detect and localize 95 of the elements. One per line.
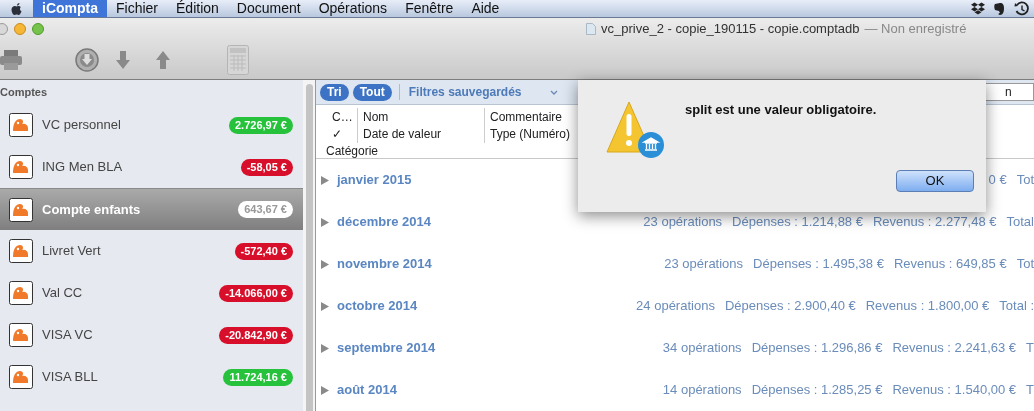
arrow-down-icon[interactable]: [115, 49, 131, 70]
month-summary: 0 €: [988, 171, 1007, 190]
account-name: VISA BLL: [42, 368, 98, 387]
month-summary: Revenus : 1.540,00 €: [892, 381, 1017, 400]
filter-button[interactable]: Tri: [320, 83, 349, 101]
printer-icon[interactable]: [0, 48, 22, 71]
menu-item[interactable]: Aide: [462, 0, 509, 17]
month-summary: Total: [1006, 213, 1034, 232]
menu-item[interactable]: Document: [227, 0, 310, 17]
zoom-window-button[interactable]: [32, 23, 44, 35]
account-name: ING Men BLA: [42, 158, 123, 177]
account-name: Compte enfants: [42, 200, 141, 219]
unsaved-status: — Non enregistré: [864, 20, 967, 39]
menu-item[interactable]: Édition: [167, 0, 228, 17]
month-summary: Revenus : 649,85 €: [893, 255, 1007, 274]
download-circle-icon[interactable]: [75, 47, 99, 72]
month-summary: 14 opérations: [662, 381, 742, 400]
month-summary: Tot: [1016, 171, 1034, 190]
month-heading[interactable]: novembre 2014: [337, 254, 432, 274]
month-heading[interactable]: décembre 2014: [337, 212, 431, 232]
month-summary: Total :: [999, 297, 1034, 316]
lion-logo-icon: [9, 197, 33, 222]
disclosure-triangle-icon[interactable]: [321, 217, 329, 227]
column-header[interactable]: Date de valeur: [357, 124, 484, 143]
clock-icon[interactable]: [1014, 0, 1030, 17]
column-header[interactable]: Nom: [357, 107, 484, 126]
window-title: vc_prive_2 - copie_190115 - copie.comptadb: [601, 20, 860, 39]
month-summary: Dépenses : 1.495,38 €: [753, 255, 884, 274]
lion-logo-icon: [9, 365, 33, 389]
lion-logo-icon: [9, 323, 33, 347]
account-item[interactable]: VISA BLL 11.724,16 €: [0, 356, 303, 398]
month-summary: Dépenses : 1.214,88 €: [732, 213, 863, 232]
document-icon: [586, 23, 596, 35]
balance-badge: 2.726,97 €: [229, 116, 293, 134]
balance-badge: 643,67 €: [238, 201, 293, 218]
month-summary: Dépenses : 1.285,25 €: [751, 381, 883, 400]
lion-logo-icon: [9, 281, 33, 305]
account-name: Val CC: [42, 284, 83, 303]
sidebar-scrollbar[interactable]: [303, 80, 315, 411]
month-summary: Revenus : 1.800,00 €: [865, 297, 990, 316]
warning-icon: [605, 100, 665, 160]
account-name: VISA VC: [42, 326, 93, 345]
month-summary: Revenus : 2.277,48 €: [872, 213, 997, 232]
sidebar-header: Comptes: [0, 84, 49, 100]
apple-logo-icon[interactable]: [10, 1, 24, 16]
elephant-icon[interactable]: [993, 1, 1005, 16]
account-name: VC personnel: [42, 116, 121, 135]
month-summary: Revenus : 2.241,63 €: [892, 339, 1017, 358]
account-item[interactable]: ING Men BLA -58,05 €: [0, 146, 303, 188]
chevron-down-icon: [549, 89, 558, 95]
month-summary: 24 opérations: [636, 297, 715, 316]
column-header[interactable]: ✓: [326, 124, 357, 143]
month-heading[interactable]: août 2014: [337, 380, 397, 400]
account-item[interactable]: Val CC -14.066,00 €: [0, 272, 303, 314]
box-icon[interactable]: [971, 2, 985, 15]
month-summary: T: [1026, 339, 1034, 358]
month-summary: 23 opérations: [664, 255, 744, 274]
month-heading[interactable]: octobre 2014: [337, 296, 418, 316]
account-item[interactable]: VC personnel 2.726,97 €: [0, 104, 303, 146]
arrow-up-icon[interactable]: [155, 49, 171, 70]
month-summary: 34 opérations: [662, 339, 742, 358]
month-summary: Tot: [1016, 255, 1034, 274]
account-name: Livret Vert: [42, 242, 101, 261]
balance-badge: -14.066,00 €: [219, 284, 293, 302]
balance-badge: -572,40 €: [234, 242, 293, 260]
month-summary: Dépenses : 1.296,86 €: [751, 339, 883, 358]
disclosure-triangle-icon[interactable]: [321, 301, 329, 311]
month-summary: Dépenses : 2.900,40 €: [724, 297, 856, 316]
month-heading[interactable]: septembre 2014: [337, 338, 436, 358]
minimize-window-button[interactable]: [14, 23, 26, 35]
column-header[interactable]: Catégorie: [326, 141, 379, 160]
disclosure-triangle-icon[interactable]: [321, 175, 329, 185]
menu-item[interactable]: Opérations: [309, 0, 397, 17]
balance-badge: -58,05 €: [240, 158, 293, 176]
disclosure-triangle-icon[interactable]: [321, 385, 329, 395]
account-item[interactable]: VISA VC -20.842,90 €: [0, 314, 303, 356]
lion-logo-icon: [9, 155, 33, 179]
menu-item[interactable]: Fenêtre: [396, 0, 463, 17]
column-header[interactable]: C…: [326, 107, 357, 126]
disclosure-triangle-icon[interactable]: [321, 259, 329, 269]
menu-item[interactable]: iCompta: [33, 0, 107, 17]
month-summary: T: [1026, 381, 1034, 400]
ok-button[interactable]: OK: [896, 170, 974, 192]
month-summary: 23 opérations: [643, 213, 723, 232]
balance-badge: -20.842,90 €: [219, 326, 293, 344]
menu-item[interactable]: Fichier: [107, 0, 167, 17]
lion-logo-icon: [9, 239, 33, 263]
saved-filters-dropdown[interactable]: Filtres sauvegardés: [406, 83, 558, 101]
balance-badge: 11.724,16 €: [223, 368, 293, 386]
filter-button[interactable]: Tout: [352, 83, 392, 101]
account-item[interactable]: Livret Vert -572,40 €: [0, 230, 303, 272]
disclosure-triangle-icon[interactable]: [321, 343, 329, 353]
month-heading[interactable]: janvier 2015: [337, 170, 412, 190]
lion-logo-icon: [9, 113, 33, 137]
alert-message: split est une valeur obligatoire.: [685, 101, 878, 119]
